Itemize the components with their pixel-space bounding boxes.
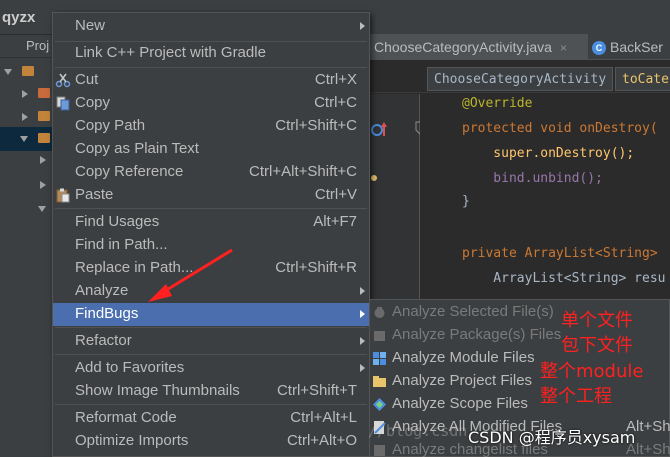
code-line: @Override (462, 96, 533, 111)
submenu-arrow-icon (360, 22, 365, 30)
annotation-single-file: 单个文件 (561, 310, 633, 331)
annotation-package-files: 包下文件 (561, 335, 633, 356)
folder-icon (22, 66, 34, 76)
menu-item-optimize-imports[interactable]: Optimize Imports Ctrl+Alt+O (53, 430, 369, 453)
project-tab-label: Proj (26, 38, 50, 53)
chevron-down-icon[interactable] (38, 206, 46, 212)
tree-row-selected[interactable] (0, 127, 52, 151)
menu-item-paste[interactable]: Paste Ctrl+V (53, 184, 369, 207)
class-icon: C (592, 41, 606, 55)
breadcrumb: ChooseCategoryActivity toCate (370, 61, 670, 93)
copy-icon (56, 96, 70, 111)
submenu-arrow-icon (360, 337, 365, 345)
tree-row[interactable] (0, 82, 52, 106)
breadcrumb-method[interactable]: toCate (615, 67, 670, 91)
tree-row[interactable] (0, 60, 52, 84)
scope-icon (373, 398, 386, 411)
scissors-icon (55, 73, 71, 88)
menu-item-copy-plain[interactable]: Copy as Plain Text (53, 138, 369, 161)
menu-divider (55, 404, 367, 405)
package-icon (374, 331, 385, 341)
chevron-right-icon (22, 113, 28, 121)
folder-icon (38, 88, 50, 98)
menu-item-cut[interactable]: Cut Ctrl+X (53, 69, 369, 92)
tab-label: BackSer (610, 39, 663, 55)
menu-divider (55, 208, 367, 209)
csdn-watermark: CSDN @程序员xysam (468, 428, 636, 447)
tab-label: ChooseCategoryActivity.java (374, 39, 552, 55)
submenu-arrow-icon (360, 364, 365, 372)
menu-item-copy[interactable]: Copy Ctrl+C (53, 92, 369, 115)
chevron-right-icon[interactable] (40, 156, 46, 164)
editor-tab-bar: ChooseCategoryActivity.java × C BackSer (370, 34, 670, 60)
module-icon (373, 352, 386, 365)
close-icon[interactable]: × (560, 41, 567, 55)
folder-icon (38, 133, 50, 143)
menu-item-add-to-favorites[interactable]: Add to Favorites (53, 357, 369, 380)
context-menu: New Link C++ Project with Gradle Cut Ctrl… (52, 12, 370, 457)
code-line: super.onDestroy(); (462, 146, 635, 161)
tab-backser[interactable]: C BackSer (592, 34, 670, 60)
menu-item-reformat-code[interactable]: Reformat Code Ctrl+Alt+L (53, 407, 369, 430)
submenu-item-analyze-scope[interactable]: Analyze Scope Files (370, 393, 670, 416)
menu-item-new[interactable]: New (53, 15, 369, 38)
project-tab[interactable]: Proj (0, 36, 52, 58)
paste-icon (56, 188, 70, 203)
submenu-arrow-icon (360, 310, 365, 318)
menu-divider (55, 327, 367, 328)
menu-item-link-cpp[interactable]: Link C++ Project with Gradle (53, 42, 369, 65)
menu-divider (55, 354, 367, 355)
app-title: qyzx (2, 9, 36, 26)
bug-icon (374, 307, 385, 318)
menu-item-show-thumbnails[interactable]: Show Image Thumbnails Ctrl+Shift+T (53, 380, 369, 403)
changelist-icon (374, 445, 385, 456)
chevron-right-icon[interactable] (40, 181, 46, 189)
menu-divider (55, 67, 367, 68)
chevron-right-icon (22, 90, 28, 98)
faint-url-watermark: //blog.csdn (368, 422, 468, 440)
code-line: private ArrayList<String> (462, 246, 658, 261)
chevron-down-icon (4, 69, 12, 75)
code-line: protected void onDestroy( (462, 121, 658, 136)
menu-item-copy-reference[interactable]: Copy Reference Ctrl+Alt+Shift+C (53, 161, 369, 184)
code-line: ArrayList<String> resu (462, 271, 666, 286)
breadcrumb-class[interactable]: ChooseCategoryActivity (427, 67, 614, 91)
menu-item-find-usages[interactable]: Find Usages Alt+F7 (53, 211, 369, 234)
code-line: } (462, 194, 470, 209)
project-folder-icon (373, 376, 386, 387)
submenu-arrow-icon (360, 287, 365, 295)
menu-item-refactor[interactable]: Refactor (53, 330, 369, 353)
menu-item-copy-path[interactable]: Copy Path Ctrl+Shift+C (53, 115, 369, 138)
annotation-whole-project: 整个工程 (540, 386, 612, 407)
annotation-arrow (148, 248, 233, 302)
tab-choose-category-activity[interactable]: ChooseCategoryActivity.java × (370, 34, 588, 60)
folder-icon (38, 111, 50, 121)
tree-row[interactable] (0, 105, 52, 129)
annotation-whole-module: 整个module (540, 361, 644, 382)
chevron-down-icon (20, 136, 28, 142)
code-line: bind.unbind(); (462, 171, 603, 186)
